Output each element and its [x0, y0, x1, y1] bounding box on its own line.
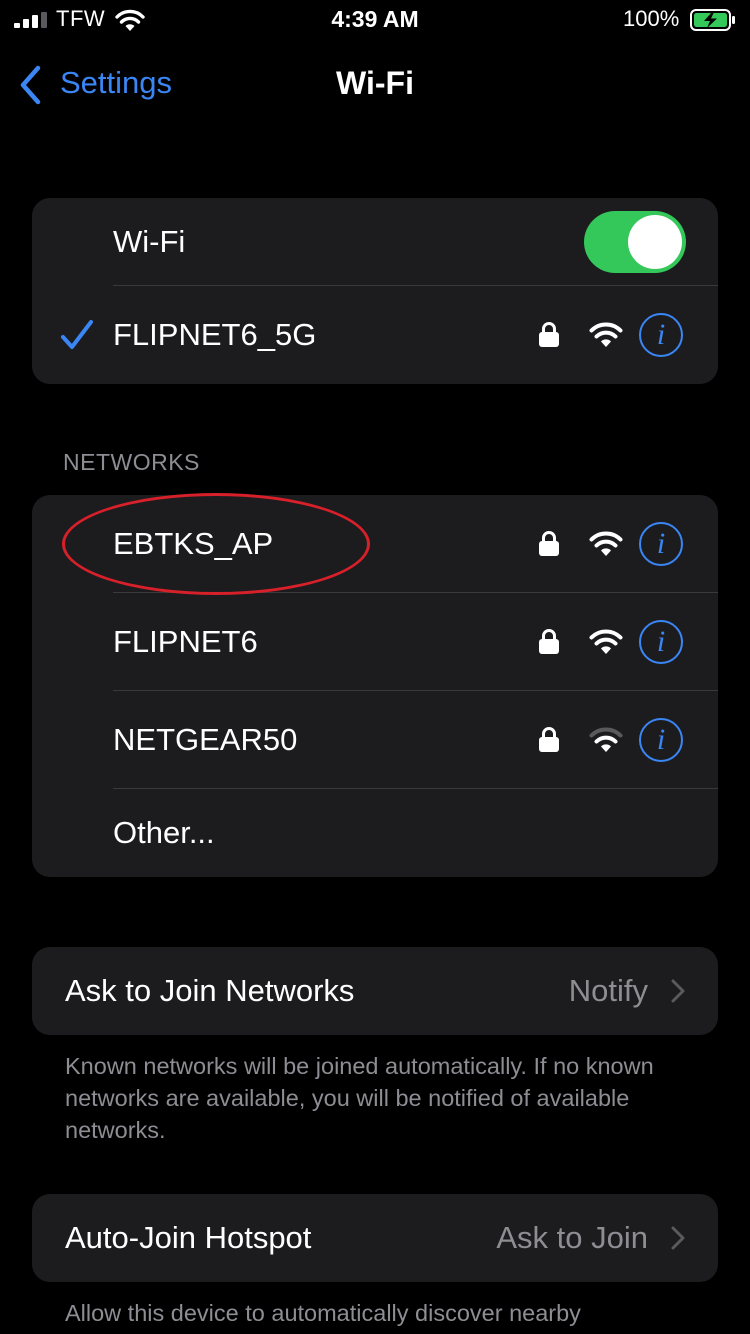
battery-charging-icon — [690, 9, 735, 31]
auto-join-label: Auto-Join Hotspot — [65, 1220, 312, 1255]
network-name: EBTKS_AP — [113, 526, 274, 561]
lock-icon — [539, 629, 559, 654]
network-row[interactable]: FLIPNET6 i — [32, 593, 718, 691]
ask-to-join-group: Ask to Join Networks Notify — [32, 947, 718, 1035]
chevron-right-icon — [671, 979, 685, 1003]
lock-icon — [539, 322, 559, 347]
ask-to-join-row[interactable]: Ask to Join Networks Notify — [32, 947, 718, 1035]
wifi-toggle-switch[interactable] — [584, 211, 686, 273]
toggle-knob — [628, 215, 682, 269]
page-title: Wi-Fi — [336, 65, 414, 101]
wifi-group: Wi-Fi FLIPNET6_5G i — [32, 198, 718, 384]
auto-join-footnote: Allow this device to automatically disco… — [65, 1300, 581, 1326]
info-button[interactable]: i — [639, 620, 683, 664]
other-network-row[interactable]: Other... — [32, 789, 718, 877]
network-name: NETGEAR50 — [113, 722, 298, 757]
other-network-label: Other... — [113, 815, 215, 850]
auto-join-row[interactable]: Auto-Join Hotspot Ask to Join — [32, 1194, 718, 1282]
auto-join-group: Auto-Join Hotspot Ask to Join — [32, 1194, 718, 1282]
navigation-bar: Settings Wi-Fi — [0, 56, 750, 116]
battery-percentage: 100% — [623, 6, 680, 31]
info-button[interactable]: i — [639, 718, 683, 762]
wifi-signal-icon — [589, 531, 623, 556]
wifi-signal-icon — [589, 629, 623, 654]
ask-to-join-value: Notify — [568, 973, 648, 1008]
wifi-signal-partial-icon — [589, 727, 623, 752]
wifi-toggle-label: Wi-Fi — [113, 224, 186, 259]
chevron-right-icon — [671, 1226, 685, 1250]
network-name: FLIPNET6 — [113, 624, 258, 659]
status-bar: TFW 4:39 AM 100% — [0, 0, 750, 40]
connected-network-row[interactable]: FLIPNET6_5G i — [32, 286, 718, 384]
lock-icon — [539, 531, 559, 556]
network-row[interactable]: NETGEAR50 i — [32, 691, 718, 789]
info-button[interactable]: i — [639, 522, 683, 566]
ask-to-join-label: Ask to Join Networks — [65, 973, 355, 1008]
wifi-signal-icon — [589, 322, 623, 347]
wifi-toggle-row: Wi-Fi — [32, 198, 718, 286]
checkmark-icon — [61, 320, 93, 349]
network-row[interactable]: EBTKS_AP i — [32, 495, 718, 593]
auto-join-value: Ask to Join — [496, 1220, 648, 1255]
networks-section-header: NETWORKS — [63, 449, 200, 475]
info-button[interactable]: i — [639, 313, 683, 357]
networks-list: EBTKS_AP i FLIPNET6 i NETGEAR50 i Other.… — [32, 495, 718, 877]
ask-to-join-footnote: Known networks will be joined automatica… — [65, 1053, 654, 1143]
lock-icon — [539, 727, 559, 752]
connected-network-name: FLIPNET6_5G — [113, 317, 317, 352]
